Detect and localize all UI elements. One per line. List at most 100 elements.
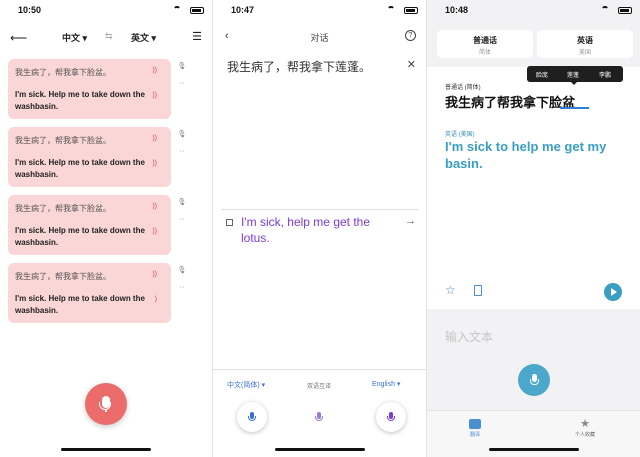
status-time: 10:50 (18, 5, 42, 15)
message-card[interactable]: 我生病了，帮我拿下脸盆。 )) I'm sick. Help me to tak… (8, 127, 171, 187)
message-translation-text: I'm sick. Help me to take down the washb… (15, 226, 145, 247)
speaker-icon[interactable]: )) (152, 271, 157, 278)
book-icon[interactable] (474, 285, 482, 296)
target-language-label: 英语 (美国) (445, 132, 475, 138)
home-indicator (61, 448, 151, 451)
back-arrow-icon[interactable]: ⟵ (10, 31, 27, 45)
tab-source-name: 普通话 (473, 36, 497, 45)
mic-small-icon[interactable]: 🎙 (176, 198, 188, 206)
header: ‹ 对话 ? (213, 28, 426, 46)
swap-languages-icon[interactable]: ⇆ (105, 31, 113, 42)
battery-icon (404, 7, 418, 14)
tab-target-name: 英语 (577, 36, 593, 45)
nav-favorites-label: 个人收藏 (575, 432, 596, 438)
mic-icon (248, 412, 256, 421)
battery-icon (618, 7, 632, 14)
settings-sliders-icon[interactable]: ☰ (192, 30, 202, 43)
checkbox[interactable] (226, 219, 233, 226)
mic-icon (99, 396, 111, 412)
speaker-icon[interactable]: )) (152, 67, 157, 74)
speaker-icon[interactable]: )) (152, 203, 157, 210)
star-icon[interactable]: ☆ (445, 283, 456, 297)
tab-source-sub: 简体 (478, 50, 491, 56)
more-icon[interactable]: ·· (176, 216, 188, 223)
message-source-text: 我生病了，帮我拿下脸盆。 (15, 68, 111, 77)
language-tabs: 普通话 简体 英语 美国 (437, 30, 633, 58)
source-text: 我生病了，帮我拿下莲蓬。 (227, 60, 372, 74)
tab-target-language[interactable]: 英语 美国 (537, 30, 633, 58)
phone-screen-conversation-list: 10:50 ⟵ 中文 ▾ ⇆ 英文 ▾ ☰ 我生病了，帮我拿下脸盆。 )) I'… (0, 0, 212, 457)
speaker-icon[interactable]: ) (155, 296, 157, 303)
nav-translate[interactable]: 翻译 (469, 419, 481, 438)
more-icon[interactable]: ·· (176, 148, 188, 155)
target-language-label: 英文 (131, 33, 150, 43)
speaker-icon[interactable]: )) (152, 228, 157, 235)
message-card[interactable]: 我生病了，帮我拿下脸盆。 )) I'm sick. Help me to tak… (8, 59, 171, 119)
close-icon[interactable]: ✕ (407, 58, 416, 71)
right-language-label: English (372, 381, 395, 388)
translation-text: I'm sick, help me get the lotus. (241, 215, 371, 245)
left-language-label: 中文(简体) (227, 382, 260, 389)
more-icon[interactable]: ·· (176, 284, 188, 291)
mode-label: 双语互译 (307, 384, 332, 390)
phone-screen-dialog: 10:47 ‹ 对话 ? 我生病了，帮我拿下莲蓬。 ✕ I'm sick, he… (213, 0, 426, 457)
auto-mic-button[interactable] (306, 404, 332, 430)
translate-icon (469, 419, 481, 429)
help-icon[interactable]: ? (405, 30, 416, 41)
status-time: 10:47 (231, 5, 255, 15)
left-language-selector[interactable]: 中文(简体) ▾ (227, 380, 265, 390)
arrow-right-icon[interactable]: → (405, 215, 416, 227)
source-language-label: 中文 (62, 33, 81, 43)
nav-translate-label: 翻译 (469, 432, 480, 438)
mic-small-icon[interactable]: 🎙 (176, 266, 188, 274)
star-icon: ★ (580, 418, 590, 430)
speaker-icon[interactable]: )) (152, 92, 157, 99)
text-input[interactable]: 输入文本 (445, 328, 493, 345)
message-source-text: 我生病了，帮我拿下脸盆。 (15, 136, 111, 145)
mic-icon (529, 374, 539, 385)
right-mic-button[interactable] (376, 402, 406, 432)
source-text[interactable]: 我生病了帮我拿下脸盆 (445, 92, 575, 111)
play-icon[interactable] (604, 283, 622, 301)
tab-target-sub: 美国 (578, 50, 591, 56)
nav-favorites[interactable]: ★ 个人收藏 (575, 418, 596, 439)
header: ⟵ 中文 ▾ ⇆ 英文 ▾ ☰ (0, 26, 212, 48)
alternatives-popup: 脸庞 莲蓬 李鹏 (527, 66, 623, 85)
record-mic-button[interactable] (85, 383, 127, 425)
target-language-selector[interactable]: 英文 ▾ (131, 31, 156, 44)
source-language-selector[interactable]: 中文 ▾ (62, 31, 87, 44)
alternative-option[interactable]: 李鹏 (599, 70, 611, 79)
message-translation-text: I'm sick. Help me to take down the washb… (15, 294, 145, 315)
alternative-option[interactable]: 莲蓬 (567, 70, 579, 79)
phone-screen-translate: 10:48 普通话 简体 英语 美国 脸庞 莲蓬 李鹏 普通话 (简体) 我生病… (427, 0, 640, 457)
wifi-icon (601, 6, 609, 14)
message-card[interactable]: 我生病了，帮我拿下脸盆。 )) I'm sick. Help me to tak… (8, 263, 171, 323)
divider (221, 209, 418, 210)
mic-small-icon[interactable]: 🎙 (176, 130, 188, 138)
status-bar: 10:47 (213, 0, 426, 22)
status-bar: 10:48 (427, 0, 640, 22)
mic-icon (387, 412, 395, 421)
tab-source-language[interactable]: 普通话 简体 (437, 30, 533, 58)
more-icon[interactable]: ·· (176, 80, 188, 87)
speaker-icon[interactable]: )) (152, 160, 157, 167)
home-indicator (274, 448, 365, 451)
alternative-option[interactable]: 脸庞 (536, 70, 548, 79)
highlight-underline (560, 107, 589, 109)
message-source-text: 我生病了，帮我拿下脸盆。 (15, 272, 111, 281)
status-bar: 10:50 (0, 0, 212, 22)
status-time: 10:48 (445, 5, 469, 15)
page-title: 对话 (310, 33, 329, 43)
message-translation-text: I'm sick. Help me to take down the washb… (15, 90, 145, 111)
speaker-icon[interactable]: )) (152, 135, 157, 142)
message-translation-text: I'm sick. Help me to take down the washb… (15, 158, 145, 179)
left-mic-button[interactable] (237, 402, 267, 432)
mic-button[interactable] (518, 364, 550, 396)
mic-icon (315, 412, 323, 421)
message-card[interactable]: 我生病了，帮我拿下脸盆。 )) I'm sick. Help me to tak… (8, 195, 171, 255)
right-language-selector[interactable]: English ▾ (372, 380, 400, 388)
home-indicator (488, 448, 579, 451)
divider (213, 369, 426, 370)
source-language-label: 普通话 (简体) (445, 85, 481, 91)
mic-small-icon[interactable]: 🎙 (176, 62, 188, 70)
